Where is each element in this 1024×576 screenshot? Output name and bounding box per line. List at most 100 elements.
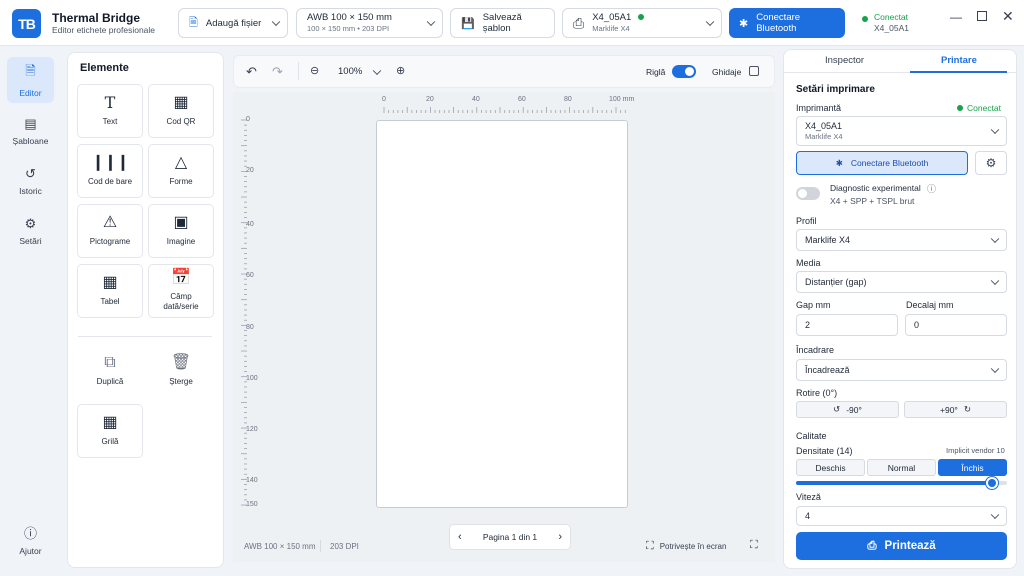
fit-to-screen-button[interactable]: ⛶ Potrivește în ecran	[646, 540, 726, 553]
divider	[298, 62, 299, 80]
add-file-button[interactable]: 🗎 Adaugă fișier	[178, 8, 288, 38]
page-indicator: Pagina 1 din 1	[482, 532, 538, 542]
gap-input[interactable]: 2	[796, 314, 898, 336]
status-text: Conectat	[874, 12, 909, 22]
sidebar-item-help[interactable]: ⓘ Ajutor	[7, 516, 54, 562]
save-icon: 💾	[461, 17, 475, 30]
chevron-down-icon	[990, 364, 1000, 374]
info-icon[interactable]: ⓘ	[927, 182, 936, 195]
media-select[interactable]: AWB 100 × 150 mm 100 × 150 mm • 203 DPI	[296, 8, 443, 38]
density-dark-button[interactable]: Închis	[938, 459, 1007, 476]
tile-text[interactable]: T Text	[77, 84, 143, 138]
save-template-button[interactable]: 💾 Salvează șablon	[450, 8, 555, 38]
close-icon[interactable]: ✕	[1002, 8, 1014, 25]
speed-select[interactable]: 4	[796, 506, 1007, 526]
profile-label: Profil	[796, 216, 817, 226]
media-label: Media	[796, 258, 821, 268]
tile-image[interactable]: ▣ Imagine	[148, 204, 214, 258]
action-label: Duplică	[96, 377, 124, 387]
rotate-right-button[interactable]: +90° ↻	[904, 401, 1007, 418]
sidebar-item-editor[interactable]: 🗎 Editor	[7, 57, 54, 103]
print-label: Printează	[884, 540, 936, 552]
ruler-tick-label: 20	[426, 96, 434, 103]
image-icon: ▣	[173, 214, 189, 232]
printer-icon: ⎙	[573, 14, 585, 31]
next-page-icon[interactable]: ›	[558, 531, 562, 543]
zoom-in-icon[interactable]: ⊕	[396, 64, 405, 77]
table-icon: ▦	[102, 274, 118, 292]
sidebar-item-label: Șabloane	[12, 136, 49, 146]
density-normal-button[interactable]: Normal	[867, 459, 936, 476]
vertical-ruler	[241, 119, 247, 506]
rotate-left-button[interactable]: ↺ -90°	[796, 401, 899, 418]
file-icon: 🗎	[25, 63, 36, 78]
divider	[320, 540, 321, 552]
printer-select[interactable]: X4_05A1 Marklife X4	[796, 116, 1007, 146]
rotate-right-icon: ↻	[963, 404, 971, 414]
offset-input[interactable]: 0	[905, 314, 1007, 336]
tile-qr-code[interactable]: ▦ Cod QR	[148, 84, 214, 138]
file-add-icon: 🗎	[189, 16, 198, 29]
duplicate-button[interactable]: ⧉ Duplică	[77, 344, 143, 398]
maximize-icon[interactable]	[977, 11, 987, 21]
redo-icon[interactable]: ↷	[272, 64, 283, 80]
ruler-tick-label: 100 mm	[609, 96, 635, 103]
fit-icon: ⛶	[646, 540, 654, 552]
tile-table[interactable]: ▦ Tabel	[77, 264, 143, 318]
sidebar-item-templates[interactable]: ▤ Șabloane	[7, 108, 54, 154]
printer-icon: ⎙	[867, 539, 877, 552]
offset-label: Decalaj mm	[906, 300, 954, 310]
tab-inspector[interactable]: Inspector	[825, 55, 864, 66]
status-device: X4_05A1	[874, 22, 909, 33]
app-logo: TB	[12, 9, 41, 38]
zoom-out-icon[interactable]: ⊖	[310, 64, 319, 77]
fit-select[interactable]: Încadrează	[796, 359, 1007, 381]
profile-select[interactable]: Marklife X4	[796, 229, 1007, 251]
footer-dpi: 203 DPI	[330, 542, 359, 551]
label-canvas[interactable]	[376, 120, 628, 508]
printer-settings-button[interactable]: ⚙	[975, 151, 1007, 175]
ruler-tick-label: 100	[246, 375, 258, 382]
ruler-toggle[interactable]	[672, 65, 696, 78]
tile-barcode[interactable]: ❙❙❙ Cod de bare	[77, 144, 143, 198]
sidebar-item-settings[interactable]: ⚙ Setări	[7, 208, 54, 254]
fit-label: Potrivește în ecran	[659, 542, 727, 551]
tile-label: Tabel	[100, 297, 120, 307]
bluetooth-icon: ✱	[835, 157, 843, 168]
ruler-tick-label: 60	[518, 96, 526, 103]
print-button[interactable]: ⎙ Printează	[796, 532, 1007, 560]
delete-button[interactable]: 🗑 Șterge	[148, 344, 214, 398]
printer-status-text: Conectat	[967, 103, 1002, 113]
density-light-button[interactable]: Deschis	[796, 459, 865, 476]
minimize-icon[interactable]: —	[950, 10, 962, 24]
guides-checkbox[interactable]	[749, 66, 759, 76]
rotate-label: Rotire (0°)	[796, 388, 838, 398]
diagnostic-toggle[interactable]	[796, 187, 820, 200]
prev-page-icon[interactable]: ‹	[458, 531, 462, 543]
connection-status: Conectat X4_05A1	[862, 12, 909, 33]
connect-bluetooth-button[interactable]: ✱ Conectare Bluetooth	[729, 8, 845, 38]
fullscreen-icon[interactable]: ⛶	[750, 539, 758, 552]
undo-icon[interactable]: ↶	[246, 64, 257, 80]
zoom-value: 100%	[338, 66, 363, 77]
connect-bluetooth-button[interactable]: ✱ Conectare Bluetooth	[796, 151, 968, 175]
media-select[interactable]: Distanțier (gap)	[796, 271, 1007, 293]
density-option-label: Deschis	[815, 462, 846, 473]
tile-date-serial[interactable]: 📅 Câmp dată/serie	[148, 264, 214, 318]
tab-printing[interactable]: Printare	[941, 55, 977, 66]
ruler-tick-label: 150	[246, 501, 258, 508]
tile-shapes[interactable]: △ Forme	[148, 144, 214, 198]
density-slider[interactable]	[796, 477, 1007, 489]
media-title: AWB 100 × 150 mm	[307, 12, 392, 24]
printer-select[interactable]: ⎙ X4_05A1 Marklife X4	[562, 8, 722, 38]
diagnostic-subtitle: X4 + SPP + TSPL brut	[830, 196, 915, 206]
profile-value: Marklife X4	[805, 235, 851, 245]
chevron-down-icon	[271, 17, 281, 27]
printer-model: Marklife X4	[592, 24, 630, 34]
sidebar-item-history[interactable]: ↺ Istoric	[7, 158, 54, 204]
zoom-select[interactable]: 100%	[330, 62, 388, 81]
tile-pictograms[interactable]: ⚠ Pictograme	[77, 204, 143, 258]
section-title: Setări imprimare	[796, 84, 875, 95]
grid-button[interactable]: ▦ Grilă	[77, 404, 143, 458]
ruler-tick-label: 40	[246, 221, 254, 228]
